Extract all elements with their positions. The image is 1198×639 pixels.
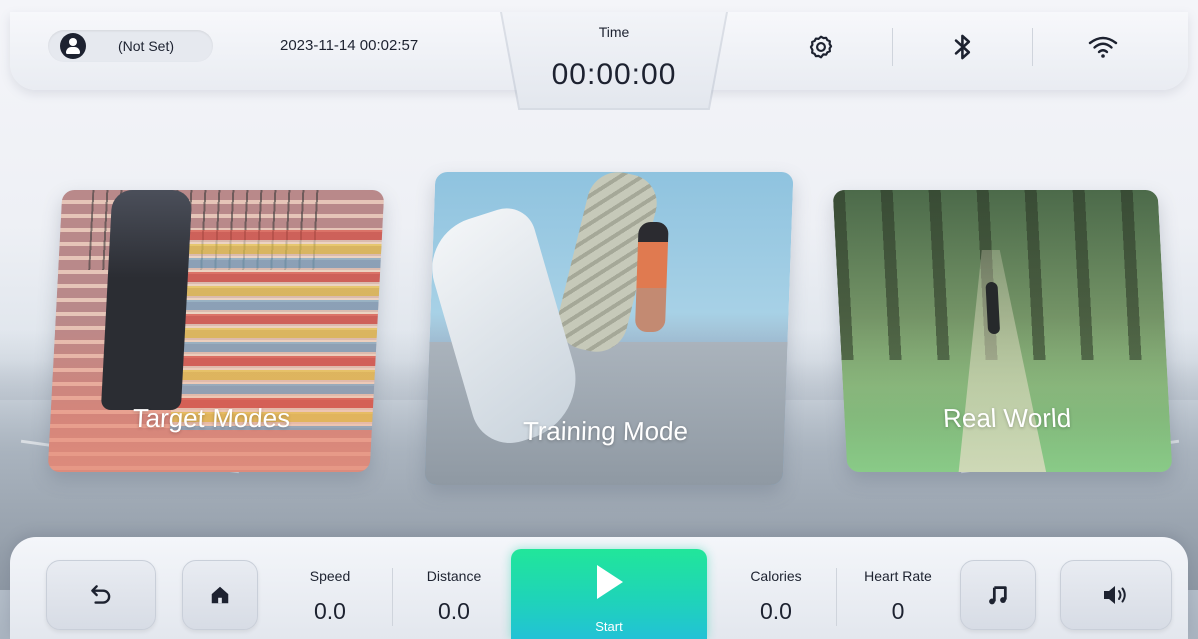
stat-divider: [392, 568, 393, 626]
heart-rate-stat: Heart Rate 0: [848, 568, 948, 625]
back-button[interactable]: [46, 560, 156, 630]
user-name: (Not Set): [118, 38, 175, 54]
music-icon: [989, 586, 1007, 605]
real-world-label: Real World: [942, 403, 1072, 433]
play-icon: [597, 565, 623, 599]
target-modes-label: Target Modes: [131, 403, 291, 433]
speed-value: 0.0: [314, 598, 346, 624]
calories-stat: Calories 0.0: [726, 568, 826, 625]
home-icon: [211, 586, 229, 604]
home-button[interactable]: [182, 560, 258, 630]
time-label: Time: [598, 24, 630, 40]
bluetooth-icon: [954, 34, 971, 60]
speed-stat: Speed 0.0: [280, 568, 380, 625]
wifi-icon: [1088, 36, 1118, 58]
card-photo-runner: [100, 190, 193, 410]
header-divider: [892, 28, 893, 66]
back-icon: [91, 585, 111, 604]
card-photo-runner: [634, 222, 669, 332]
calories-label: Calories: [750, 568, 802, 584]
wifi-button[interactable]: [1086, 30, 1120, 64]
start-button[interactable]: Start: [511, 549, 707, 639]
distance-stat: Distance 0.0: [404, 568, 504, 625]
heart-rate-label: Heart Rate: [864, 568, 932, 584]
volume-button[interactable]: [1060, 560, 1172, 630]
current-datetime: 2023-11-14 00:02:57: [280, 37, 419, 54]
bluetooth-button[interactable]: [946, 30, 980, 64]
real-world-card[interactable]: Real World: [832, 190, 1173, 472]
settings-button[interactable]: [804, 30, 838, 64]
stat-divider: [836, 568, 837, 626]
heart-rate-value: 0: [891, 598, 905, 624]
calories-value: 0.0: [760, 598, 792, 624]
card-photo-stairs: [169, 230, 385, 430]
music-button[interactable]: [960, 560, 1036, 630]
elapsed-time-value: 00:00:00: [551, 58, 677, 91]
settings-icon: [809, 35, 833, 59]
distance-value: 0.0: [438, 598, 470, 624]
volume-icon: [1104, 586, 1126, 604]
user-avatar-icon: [60, 33, 86, 59]
user-profile-button[interactable]: (Not Set): [48, 30, 213, 62]
time-display: Time 00:00:00: [502, 12, 726, 108]
target-modes-card[interactable]: Target Modes: [47, 190, 385, 472]
training-mode-card[interactable]: Training Mode: [424, 172, 794, 485]
speed-label: Speed: [309, 568, 351, 584]
start-label: Start: [595, 619, 623, 634]
training-mode-label: Training Mode: [522, 416, 689, 446]
header-divider: [1032, 28, 1033, 66]
distance-label: Distance: [426, 568, 482, 584]
